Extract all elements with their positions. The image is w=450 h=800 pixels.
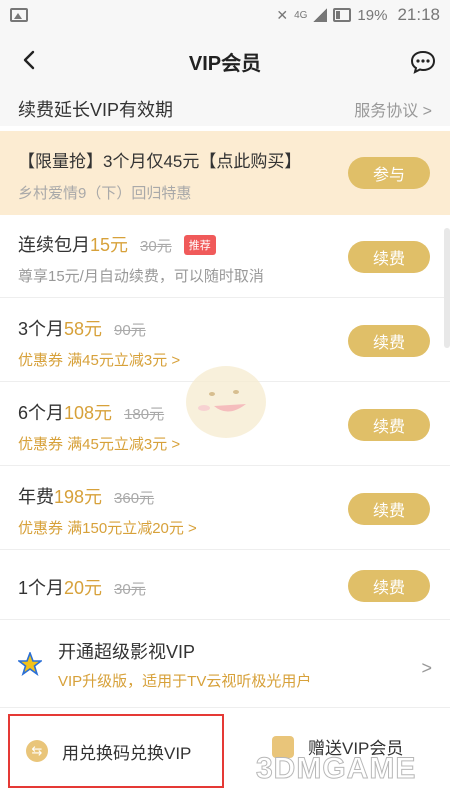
super-vip-subtitle: VIP升级版，适用于TV云视听极光用户 [58,673,312,690]
signal-icon [313,8,328,22]
renew-label: 续费延长VIP有效期 [18,100,174,120]
watermark-text: 3DMGAME [255,752,417,786]
plan-price: 15元 [90,235,129,255]
plan-row: 1个月 20元 30元 续费 [0,550,450,620]
redeem-code-button[interactable]: ⇆ 用兑换码兑换VIP [8,714,224,788]
mascot-watermark-icon [186,366,266,438]
back-chevron-icon[interactable] [18,48,42,72]
scrollbar[interactable] [444,228,450,348]
star-badge-icon [18,652,42,676]
renew-button[interactable]: 续费 [348,493,430,525]
status-bar: ✕ 4G 19% 21:18 [0,0,450,30]
gallery-notification-icon [10,8,28,22]
super-vip-row[interactable]: 开通超级影视VIP VIP升级版，适用于TV云视听极光用户 > [0,620,450,708]
chat-bubble-icon[interactable] [410,50,436,74]
promo-banner[interactable]: 【限量抢】3个月仅45元【点此购买】 乡村爱情9（下）回归特惠 参与 [0,131,450,215]
super-vip-title: 开通超级影视VIP [58,642,196,662]
swap-icon: ⇆ [26,740,48,762]
plan-original-price: 30元 [114,581,146,598]
plan-name: 6个月 [18,403,65,423]
renew-button[interactable]: 续费 [348,570,430,602]
renew-button[interactable]: 续费 [348,409,430,441]
renew-button[interactable]: 续费 [348,325,430,357]
renew-section-header: 续费延长VIP有效期 服务协议 > [0,92,450,126]
chevron-right-icon: > [421,658,432,678]
plan-price: 20元 [64,578,103,598]
battery-icon [333,8,352,22]
join-button[interactable]: 参与 [348,157,430,189]
plan-original-price: 90元 [114,322,146,339]
plan-name: 1个月 [18,578,65,598]
plan-name: 年费 [18,487,54,507]
page-title: VIP会员 [188,52,262,75]
watermark: 3DMGAME [255,752,417,786]
service-agreement-link[interactable]: 服务协议 > [354,97,432,121]
plan-name: 连续包月 [18,235,90,255]
plan-original-price: 360元 [114,490,155,507]
plan-price: 58元 [64,319,103,339]
mute-icon: ✕ [276,6,289,23]
network-label: 4G [294,9,308,21]
clock: 21:18 [397,5,440,24]
recommend-badge: 推荐 [183,235,216,255]
plan-price: 198元 [54,487,103,507]
battery-level: 19% [357,6,388,24]
app-header: VIP会员 [0,30,450,92]
redeem-label: 用兑换码兑换VIP [62,743,192,763]
plan-original-price: 180元 [124,406,165,423]
plan-row: 连续包月 15元 30元 推荐 尊享15元/月自动续费，可以随时取消 续费 [0,215,450,298]
plan-price: 108元 [64,403,113,423]
plan-original-price: 30元 [140,238,172,255]
plan-row: 年费 198元 360元 优惠券 满150元立减20元 > 续费 [0,466,450,550]
renew-button[interactable]: 续费 [348,241,430,273]
plan-name: 3个月 [18,319,65,339]
